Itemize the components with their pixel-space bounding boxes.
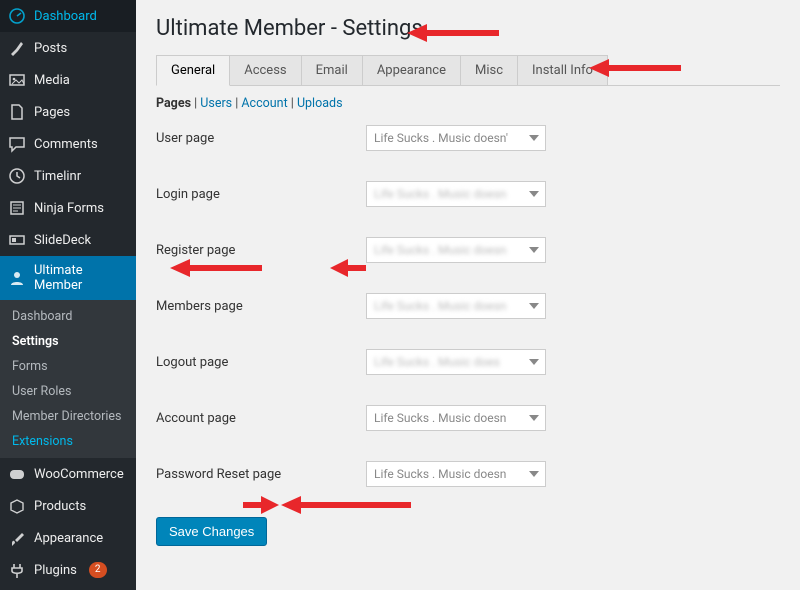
- subtab-account[interactable]: Account: [241, 96, 287, 111]
- sidebar-item-products[interactable]: Products: [0, 490, 136, 522]
- submenu-item-settings[interactable]: Settings: [0, 329, 136, 354]
- brush-icon: [8, 529, 26, 547]
- select-value: Life Sucks . Music doesn: [374, 187, 506, 201]
- select-value: Life Sucks . Music doesn: [374, 467, 506, 481]
- sidebar-item-label: Ultimate Member: [34, 263, 128, 293]
- subtab-users[interactable]: Users: [200, 96, 232, 111]
- submenu-item-user-roles[interactable]: User Roles: [0, 379, 136, 404]
- sidebar-item-posts[interactable]: Posts: [0, 32, 136, 64]
- sidebar-item-label: Posts: [34, 41, 67, 56]
- media-icon: [8, 71, 26, 89]
- sidebar-item-ninja-forms[interactable]: Ninja Forms: [0, 192, 136, 224]
- sidebar-item-comments[interactable]: Comments: [0, 128, 136, 160]
- tab-misc[interactable]: Misc: [460, 55, 518, 85]
- sidebar-item-timelinr[interactable]: Timelinr: [0, 160, 136, 192]
- sidebar-item-label: Timelinr: [34, 169, 81, 184]
- field-label: Password Reset page: [156, 467, 366, 482]
- select-value: Life Sucks . Music doesn: [374, 411, 506, 425]
- select-user-page[interactable]: Life Sucks . Music doesn': [366, 125, 546, 151]
- tab-email[interactable]: Email: [301, 55, 363, 85]
- submenu-item-forms[interactable]: Forms: [0, 354, 136, 379]
- select-members-page[interactable]: Life Sucks . Music doesn: [366, 293, 546, 319]
- select-value: Life Sucks . Music doesn: [374, 243, 506, 257]
- sidebar-item-appearance[interactable]: Appearance: [0, 522, 136, 554]
- sidebar-item-users[interactable]: Users: [0, 586, 136, 590]
- settings-form: User page Life Sucks . Music doesn' Login …: [156, 125, 780, 487]
- field-label: Account page: [156, 411, 366, 426]
- page-title: Ultimate Member - Settings: [156, 16, 780, 41]
- select-register-page[interactable]: Life Sucks . Music doesn: [366, 237, 546, 263]
- field-label: Login page: [156, 187, 366, 202]
- sidebar-item-plugins[interactable]: Plugins 2: [0, 554, 136, 586]
- sidebar-item-woocommerce[interactable]: WooCommerce: [0, 458, 136, 490]
- submenu-item-member-directories[interactable]: Member Directories: [0, 404, 136, 429]
- field-label: Members page: [156, 299, 366, 314]
- select-logout-page[interactable]: Life Sucks . Music does: [366, 349, 546, 375]
- tab-general[interactable]: General: [156, 55, 230, 86]
- clock-icon: [8, 167, 26, 185]
- field-label: Logout page: [156, 355, 366, 370]
- comment-icon: [8, 135, 26, 153]
- sidebar-item-label: Pages: [34, 105, 70, 120]
- update-badge: 2: [89, 562, 107, 578]
- sidebar-item-label: Dashboard: [34, 9, 97, 24]
- user-icon: [8, 269, 26, 287]
- subtab-uploads[interactable]: Uploads: [297, 96, 343, 111]
- tab-install-info[interactable]: Install Info: [517, 55, 608, 85]
- settings-subtabs: Pages | Users | Account | Uploads: [156, 96, 780, 111]
- subtab-current: Pages: [156, 96, 191, 111]
- plug-icon: [8, 561, 26, 579]
- sidebar-item-label: SlideDeck: [34, 233, 91, 248]
- product-icon: [8, 497, 26, 515]
- main-content: Ultimate Member - Settings GeneralAccess…: [136, 0, 800, 590]
- submenu-item-extensions[interactable]: Extensions: [0, 429, 136, 454]
- admin-sidebar: Dashboard Posts Media Pages Comments Timelinr…: [0, 0, 136, 590]
- gauge-icon: [8, 7, 26, 25]
- select-value: Life Sucks . Music doesn: [374, 299, 506, 313]
- pin-icon: [8, 39, 26, 57]
- submenu: DashboardSettingsFormsUser RolesMember D…: [0, 300, 136, 458]
- field-label: User page: [156, 131, 366, 146]
- sidebar-item-label: Ninja Forms: [34, 201, 104, 216]
- sidebar-item-dashboard[interactable]: Dashboard: [0, 0, 136, 32]
- select-password-reset-page[interactable]: Life Sucks . Music doesn: [366, 461, 546, 487]
- sidebar-item-label: Appearance: [34, 531, 103, 546]
- sidebar-item-label: Products: [34, 499, 86, 514]
- slide-icon: [8, 231, 26, 249]
- select-value: Life Sucks . Music doesn': [374, 131, 508, 145]
- select-value: Life Sucks . Music does: [374, 355, 500, 369]
- page-icon: [8, 103, 26, 121]
- sidebar-item-label: Media: [34, 73, 70, 88]
- field-label: Register page: [156, 243, 366, 258]
- select-login-page[interactable]: Life Sucks . Music doesn: [366, 181, 546, 207]
- select-account-page[interactable]: Life Sucks . Music doesn: [366, 405, 546, 431]
- sidebar-item-media[interactable]: Media: [0, 64, 136, 96]
- sidebar-item-label: Plugins: [34, 563, 77, 578]
- sidebar-item-pages[interactable]: Pages: [0, 96, 136, 128]
- sidebar-item-label: Comments: [34, 137, 98, 152]
- sidebar-item-ultimate-member[interactable]: Ultimate Member: [0, 256, 136, 300]
- form-icon: [8, 199, 26, 217]
- submenu-item-dashboard[interactable]: Dashboard: [0, 304, 136, 329]
- sidebar-item-slidedeck[interactable]: SlideDeck: [0, 224, 136, 256]
- sidebar-item-label: WooCommerce: [34, 467, 124, 482]
- woo-icon: [8, 465, 26, 483]
- save-button[interactable]: Save Changes: [156, 517, 267, 546]
- settings-tabs: GeneralAccessEmailAppearanceMiscInstall …: [156, 55, 780, 86]
- tab-appearance[interactable]: Appearance: [362, 55, 461, 85]
- tab-access[interactable]: Access: [229, 55, 301, 85]
